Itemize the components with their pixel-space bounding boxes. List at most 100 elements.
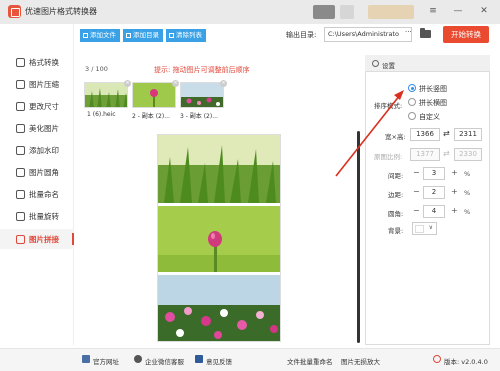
radius-unit: % xyxy=(464,208,471,216)
compress-icon xyxy=(16,79,25,89)
radius-label: 圆角: xyxy=(388,210,404,218)
stitched-preview xyxy=(157,134,281,342)
width-input[interactable]: 1366 xyxy=(410,128,440,141)
horizontal-stitch-radio[interactable] xyxy=(408,98,416,106)
batch-rename-link[interactable]: 文件批量重命名 xyxy=(287,356,333,366)
resize-icon xyxy=(16,101,25,111)
color-swatch xyxy=(415,225,424,233)
sidebar-item-resize[interactable]: 更改尺寸 xyxy=(0,96,74,116)
thumbnail-remove-button[interactable]: × xyxy=(220,80,227,87)
close-button[interactable]: ✕ xyxy=(477,4,491,18)
round-corner-icon xyxy=(16,167,25,177)
version-label: 版本: v2.0.4.0 xyxy=(444,358,488,366)
sidebar-item-label: 图片拼接 xyxy=(29,234,59,244)
thumbnail-grass[interactable] xyxy=(84,82,128,108)
ratio-link-icon: ⇄ xyxy=(443,149,450,158)
watermark-icon xyxy=(16,145,25,155)
rename-icon xyxy=(16,189,25,199)
sidebar-item-beautify[interactable]: 美化图片 xyxy=(0,118,74,138)
output-dir-input[interactable]: C:\Users\Administrato xyxy=(324,27,412,42)
sidebar-item-rename[interactable]: 批量命名 xyxy=(0,184,74,204)
browse-button[interactable]: ··· xyxy=(405,28,412,36)
drag-hint: 提示: 拖动图片可调整前后顺序 xyxy=(154,66,250,74)
output-dir-label: 输出目录: xyxy=(286,31,317,39)
sidebar-item-rotate[interactable]: 批量旋转 xyxy=(0,206,74,226)
original-ratio-label: 原图比例: xyxy=(374,153,403,161)
folder-icon[interactable] xyxy=(420,28,431,38)
add-dir-label: 添加目录 xyxy=(133,31,159,39)
vertical-stitch-label: 拼长竖图 xyxy=(419,85,447,93)
sidebar-item-round-corner[interactable]: 图片圆角 xyxy=(0,162,74,182)
flowers-thumbnail-image xyxy=(181,83,223,107)
rotate-icon xyxy=(16,211,25,221)
menu-button[interactable]: ≡ xyxy=(426,4,440,18)
website-icon xyxy=(82,355,90,363)
minimize-button[interactable]: — xyxy=(451,4,465,18)
add-file-button[interactable]: 添加文件 xyxy=(80,29,120,42)
layout-mode-label: 排序模式: xyxy=(374,102,403,110)
thumbnail-filename: 3 - 副本 (2)... xyxy=(180,113,218,120)
background-label: 背景: xyxy=(388,227,404,235)
convert-icon xyxy=(16,57,25,67)
sidebar-item-label: 更改尺寸 xyxy=(29,101,59,111)
border-input[interactable]: 2 xyxy=(423,186,445,199)
start-convert-button[interactable]: 开始转换 xyxy=(443,26,489,43)
feedback-icon xyxy=(195,355,203,363)
height-input[interactable]: 2311 xyxy=(454,128,482,141)
sidebar-item-label: 格式转换 xyxy=(29,57,59,67)
plus-icon xyxy=(83,33,88,38)
thumbnail-flowers[interactable] xyxy=(180,82,224,108)
preview-scrollbar[interactable] xyxy=(357,131,360,343)
app-logo-icon xyxy=(8,5,21,18)
vertical-stitch-radio[interactable] xyxy=(408,84,416,92)
gear-icon xyxy=(372,60,379,67)
ratio-width-input: 1377 xyxy=(410,148,440,161)
sidebar-item-compress[interactable]: 图片压缩 xyxy=(0,74,74,94)
sidebar-item-watermark[interactable]: 添加水印 xyxy=(0,140,74,160)
thumbnail-filename: 1 (6).heic xyxy=(87,111,116,118)
custom-stitch-radio[interactable] xyxy=(408,112,416,120)
link-ratio-icon[interactable]: ⇄ xyxy=(443,129,450,138)
thumbnail-remove-button[interactable]: × xyxy=(172,80,179,87)
spacing-unit: % xyxy=(464,170,471,178)
folder-plus-icon xyxy=(126,33,131,38)
spacing-plus-button[interactable]: + xyxy=(451,168,458,177)
feedback-link[interactable]: 意见反馈 xyxy=(206,356,232,366)
spacing-input[interactable]: 3 xyxy=(423,167,445,180)
thumbnail-remove-button[interactable]: × xyxy=(124,80,131,87)
lossless-upscale-link[interactable]: 图片无损放大 xyxy=(341,356,380,366)
background-color-picker[interactable]: ∨ xyxy=(412,222,437,235)
size-label: 宽×高: xyxy=(385,133,406,141)
add-file-label: 添加文件 xyxy=(90,31,116,39)
clear-list-button[interactable]: 清除列表 xyxy=(166,29,206,42)
ratio-height-input: 2330 xyxy=(454,148,482,161)
user-avatar[interactable] xyxy=(313,5,335,19)
preview-image xyxy=(158,135,280,341)
refresh-icon xyxy=(433,355,441,363)
wechat-support-link[interactable]: 企业微信客服 xyxy=(145,356,184,366)
border-plus-button[interactable]: + xyxy=(451,187,458,196)
bud-thumbnail-image xyxy=(133,83,175,107)
grass-thumbnail-image xyxy=(85,83,127,107)
chevron-down-icon: ∨ xyxy=(428,224,433,231)
border-minus-button[interactable]: − xyxy=(413,187,420,196)
sidebar-item-label: 批量旋转 xyxy=(29,211,59,221)
user-account-blurred xyxy=(368,5,414,19)
thumbnail-bud[interactable] xyxy=(132,82,176,108)
settings-title: 设置 xyxy=(382,62,395,70)
sidebar-item-label: 添加水印 xyxy=(29,145,59,155)
sidebar-item-label: 图片圆角 xyxy=(29,167,59,177)
radius-plus-button[interactable]: + xyxy=(451,206,458,215)
radius-input[interactable]: 4 xyxy=(423,205,445,218)
footer-bar xyxy=(0,348,500,371)
sidebar-item-format-convert[interactable]: 格式转换 xyxy=(0,52,74,72)
radius-minus-button[interactable]: − xyxy=(413,206,420,215)
stitch-icon xyxy=(16,234,25,244)
sidebar-item-label: 批量命名 xyxy=(29,189,59,199)
website-link[interactable]: 官方网址 xyxy=(93,356,119,366)
add-dir-button[interactable]: 添加目录 xyxy=(123,29,163,42)
sidebar-item-stitch[interactable]: 图片拼接 xyxy=(0,229,74,249)
wechat-icon xyxy=(134,355,142,363)
spacing-minus-button[interactable]: − xyxy=(413,168,420,177)
sidebar-item-label: 美化图片 xyxy=(29,123,59,133)
